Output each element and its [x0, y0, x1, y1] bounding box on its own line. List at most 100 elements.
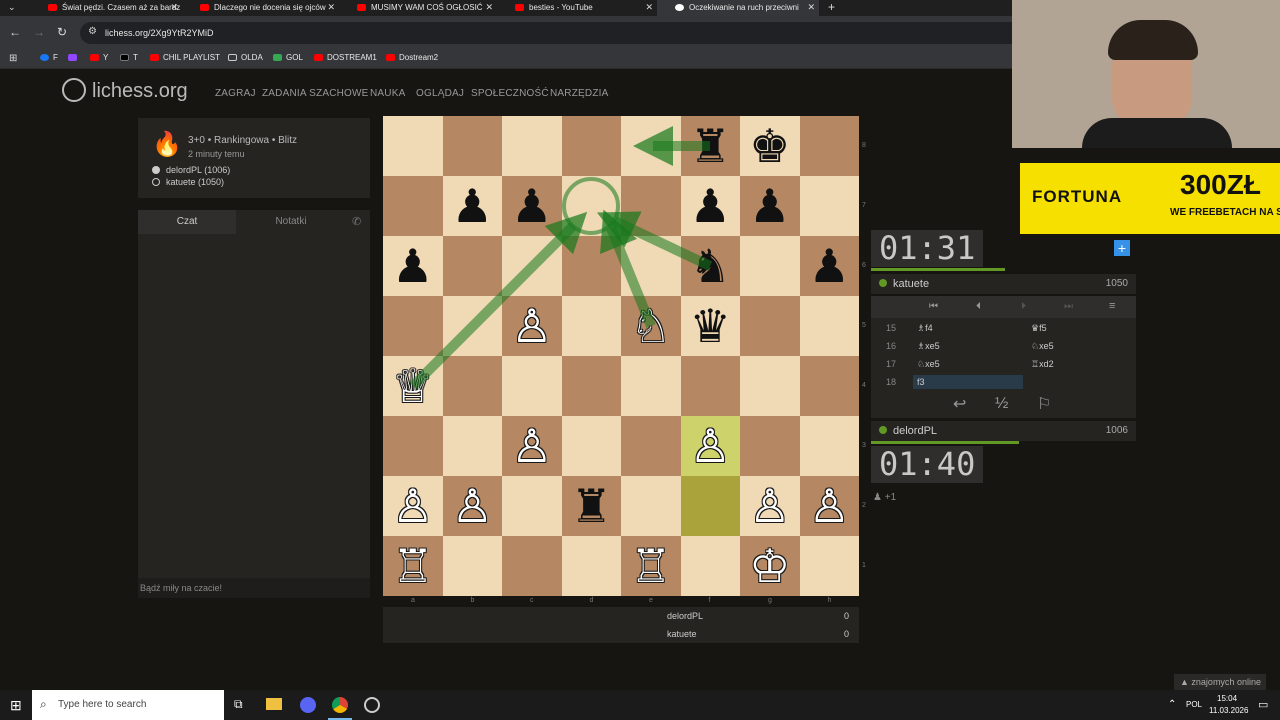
black-player-link[interactable]: katuete (1050) — [166, 177, 224, 187]
piece-f8[interactable]: ♜ — [681, 116, 741, 176]
takeback-icon[interactable]: ↩ — [953, 394, 966, 414]
chess-board[interactable]: ♜ ♚ ♟ ♟ ♟ ♟ ♟ ♞ ♟ ♙ ♘ ♛ ♕ ♙ ♙ ♙ ♙ ♜ ♙ ♙ ♖ ♖ ♔ — [383, 116, 859, 596]
square-e8[interactable] — [621, 116, 681, 176]
last-move-icon[interactable]: ⏭ — [1064, 301, 1073, 312]
discord-icon[interactable] — [300, 697, 316, 713]
square-f1[interactable] — [680, 536, 740, 596]
square-f2[interactable] — [680, 476, 740, 536]
square-g4[interactable] — [740, 356, 800, 416]
browser-tab[interactable]: Świat pędzi. Czasem aż za bardz ✕ — [30, 0, 182, 16]
bookmark-item[interactable]: F — [40, 53, 58, 62]
square-a7[interactable] — [383, 176, 443, 236]
nav-puzzles[interactable]: ZADANIA SZACHOWE — [262, 88, 369, 99]
square-c2[interactable] — [502, 476, 562, 536]
site-logo[interactable]: lichess.org — [62, 78, 188, 103]
tray-arrow-icon[interactable]: ⌃ — [1168, 699, 1176, 710]
square-b5[interactable] — [442, 296, 502, 356]
browser-tab[interactable]: besties - YouTube ✕ — [497, 0, 657, 16]
site-info-icon[interactable]: ⚙ — [88, 26, 97, 37]
menu-icon[interactable]: ≡ — [1109, 300, 1115, 312]
square-c8[interactable] — [502, 116, 562, 176]
square-e4[interactable] — [621, 356, 681, 416]
move-black[interactable]: ♖xd2 — [1031, 359, 1054, 370]
browser-tab[interactable]: MUSIMY WAM COŚ OGŁOSIĆ ✕ — [339, 0, 497, 16]
square-b4[interactable] — [442, 356, 502, 416]
prev-move-icon[interactable]: ⏴ — [976, 301, 981, 312]
piece-g8[interactable]: ♚ — [740, 116, 800, 176]
piece-h6[interactable]: ♟ — [800, 236, 860, 296]
bookmark-item[interactable] — [68, 53, 81, 62]
square-b1[interactable] — [442, 536, 502, 596]
browser-tab-active[interactable]: Oczekiwanie na ruch przeciwni ✕ — [657, 0, 819, 16]
bookmark-item[interactable]: CHIL PLAYLIST — [150, 53, 220, 62]
square-d1[interactable] — [561, 536, 621, 596]
bookmark-item[interactable]: Dostream2 — [386, 53, 438, 62]
square-g6[interactable] — [740, 236, 800, 296]
white-player-link[interactable]: delordPL (1006) — [166, 165, 230, 175]
bookmark-item[interactable]: DOSTREAM1 — [314, 53, 377, 62]
square-d8[interactable] — [561, 116, 621, 176]
chat-input[interactable]: Bądź miły na czacie! — [138, 578, 370, 598]
nav-learn[interactable]: NAUKA — [370, 88, 405, 99]
move-white[interactable]: ♗f4 — [917, 323, 933, 334]
file-explorer-icon[interactable] — [266, 698, 282, 710]
new-tab-icon[interactable]: + — [828, 0, 835, 14]
clock-time[interactable]: 15:04 — [1217, 694, 1237, 703]
back-icon[interactable]: ← — [9, 25, 21, 39]
resign-flag-icon[interactable]: ⚐ — [1037, 394, 1051, 414]
nav-tools[interactable]: NARZĘDZIA — [550, 88, 608, 99]
move-white[interactable]: ♘xe5 — [917, 359, 940, 370]
apps-icon[interactable]: ⊞ — [9, 53, 17, 64]
player-name[interactable]: delordPL — [879, 425, 937, 437]
piece-c5[interactable]: ♙ — [502, 296, 562, 356]
first-move-icon[interactable]: ⏮ — [929, 301, 938, 312]
square-b3[interactable] — [442, 416, 502, 476]
piece-g1[interactable]: ♔ — [740, 536, 800, 596]
square-g3[interactable] — [740, 416, 800, 476]
nav-community[interactable]: SPOŁECZNOŚĆ — [471, 88, 549, 99]
tab-notes[interactable]: Notatki — [236, 210, 346, 234]
piece-f7[interactable]: ♟ — [681, 176, 741, 236]
clock-date[interactable]: 11.03.2026 — [1209, 706, 1248, 715]
square-f4[interactable] — [680, 356, 740, 416]
move-white[interactable]: f3 — [917, 377, 925, 387]
square-h3[interactable] — [799, 416, 859, 476]
square-h5[interactable] — [799, 296, 859, 356]
piece-f6[interactable]: ♞ — [681, 236, 741, 296]
piece-b7[interactable]: ♟ — [443, 176, 503, 236]
tab-chat[interactable]: Czat — [138, 210, 236, 234]
piece-g2[interactable]: ♙ — [740, 476, 800, 536]
piece-b2[interactable]: ♙ — [443, 476, 503, 536]
friends-online-button[interactable]: ▲ znajomych online — [1174, 674, 1266, 690]
close-icon[interactable]: ✕ — [170, 2, 178, 13]
square-h7[interactable] — [799, 176, 859, 236]
close-icon[interactable]: ✕ — [485, 2, 493, 13]
close-icon[interactable]: ✕ — [807, 2, 815, 13]
nav-play[interactable]: ZAGRAJ — [215, 88, 256, 99]
square-d5[interactable] — [561, 296, 621, 356]
task-view-icon[interactable]: ⧉ — [234, 697, 243, 712]
square-c4[interactable] — [502, 356, 562, 416]
piece-d2[interactable]: ♜ — [562, 476, 622, 536]
app-icon[interactable] — [364, 697, 380, 713]
piece-h2[interactable]: ♙ — [800, 476, 860, 536]
bookmark-item[interactable]: GOL — [273, 53, 303, 62]
square-b6[interactable] — [442, 236, 502, 296]
bookmark-folder[interactable]: OLDA — [228, 53, 263, 62]
move-black[interactable]: ♘xe5 — [1031, 341, 1054, 352]
tab-search-icon[interactable]: ⌄ — [8, 2, 16, 13]
square-e2[interactable] — [621, 476, 681, 536]
piece-c7[interactable]: ♟ — [502, 176, 562, 236]
windows-start-icon[interactable]: ⊞ — [10, 697, 22, 714]
square-d7[interactable] — [561, 176, 621, 236]
square-c1[interactable] — [502, 536, 562, 596]
piece-f3[interactable]: ♙ — [681, 416, 741, 476]
square-d6[interactable] — [561, 236, 621, 296]
square-h4[interactable] — [799, 356, 859, 416]
piece-f5[interactable]: ♛ — [681, 296, 741, 356]
square-d4[interactable] — [561, 356, 621, 416]
square-c6[interactable] — [502, 236, 562, 296]
square-a3[interactable] — [383, 416, 443, 476]
nav-watch[interactable]: OGLĄDAJ — [416, 88, 464, 99]
close-icon[interactable]: ✕ — [327, 2, 335, 13]
